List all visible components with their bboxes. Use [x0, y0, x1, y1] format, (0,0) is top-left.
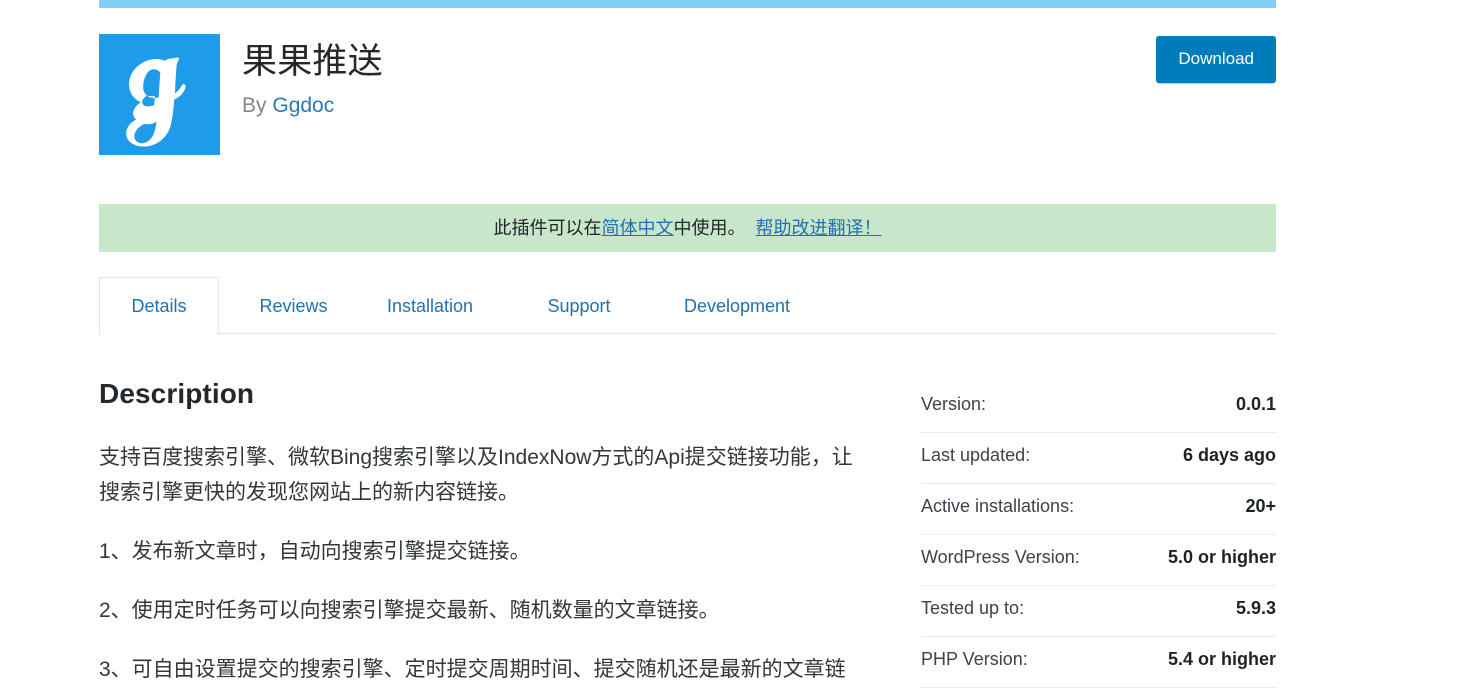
- download-button[interactable]: Download: [1156, 36, 1276, 83]
- plugin-byline: By Ggdoc: [242, 92, 383, 120]
- plugin-details-page: 果果推送 By Ggdoc Download 此插件可以在 简体中文 中使用。 帮助改…: [0, 0, 1466, 690]
- meta-row: Active installations: 20+: [921, 484, 1276, 535]
- tab-installation[interactable]: Installation: [364, 277, 496, 334]
- meta-value: 0.0.1: [1235, 394, 1276, 414]
- translation-notice: 此插件可以在 简体中文 中使用。 帮助改进翻译！: [99, 204, 1276, 252]
- meta-value: 5.4 or higher: [1167, 649, 1276, 669]
- meta-label: Version:: [921, 394, 987, 414]
- meta-row: PHP Version: 5.4 or higher: [921, 637, 1276, 688]
- description-heading: Description: [99, 378, 255, 409]
- tab-development[interactable]: Development: [656, 277, 818, 334]
- locale-link[interactable]: 简体中文: [602, 216, 674, 240]
- plugin-meta-list: Version: 0.0.1 Last updated: 6 days ago …: [921, 382, 1276, 688]
- notice-text-before: 此插件可以在: [493, 218, 602, 238]
- description-paragraph: 支持百度搜索引擎、微软Bing搜索引擎以及IndexNow方式的Api提交链接功…: [99, 446, 853, 504]
- top-accent-bar: [99, 0, 1276, 8]
- meta-label: Active installations:: [921, 496, 1075, 516]
- meta-value: 20+: [1245, 496, 1276, 516]
- plugin-header: 果果推送 By Ggdoc Download: [99, 34, 1276, 156]
- meta-row: WordPress Version: 5.0 or higher: [921, 535, 1276, 586]
- meta-value: 5.9.3: [1235, 598, 1276, 618]
- plugin-tabs: Details Reviews Installation Support Dev…: [99, 277, 1276, 335]
- notice-text-after: 中使用。: [673, 218, 746, 238]
- improve-translation-link[interactable]: 帮助改进翻译！: [756, 216, 882, 240]
- meta-label: WordPress Version:: [921, 547, 1080, 567]
- meta-row: Last updated: 6 days ago: [921, 433, 1276, 484]
- description-section: Description 支持百度搜索引擎、微软Bing搜索引擎以及IndexNo…: [99, 376, 859, 690]
- tab-details[interactable]: Details: [99, 277, 219, 335]
- meta-row: Tested up to: 5.9.3: [921, 586, 1276, 637]
- description-paragraph: 2、使用定时任务可以向搜索引擎提交最新、随机数量的文章链接。: [99, 599, 720, 622]
- tab-support[interactable]: Support: [515, 277, 643, 334]
- description-paragraph: 3、可自由设置提交的搜索引擎、定时提交周期时间、提交随机还是最新的文章链接、提交…: [99, 658, 846, 681]
- by-label: By: [242, 94, 267, 117]
- author-link[interactable]: Ggdoc: [272, 94, 334, 117]
- meta-label: Tested up to:: [921, 598, 1025, 618]
- meta-row: Version: 0.0.1: [921, 382, 1276, 433]
- description-paragraph: 1、发布新文章时，自动向搜索引擎提交链接。: [99, 540, 531, 563]
- plugin-icon-g: [99, 34, 220, 155]
- meta-label: PHP Version:: [921, 649, 1028, 669]
- meta-value: 5.0 or higher: [1167, 547, 1276, 567]
- meta-value: 6 days ago: [1182, 445, 1276, 465]
- tab-reviews[interactable]: Reviews: [230, 277, 357, 334]
- plugin-title-block: 果果推送 By Ggdoc: [242, 40, 383, 120]
- meta-label: Last updated:: [921, 445, 1031, 465]
- page-title: 果果推送: [242, 42, 383, 81]
